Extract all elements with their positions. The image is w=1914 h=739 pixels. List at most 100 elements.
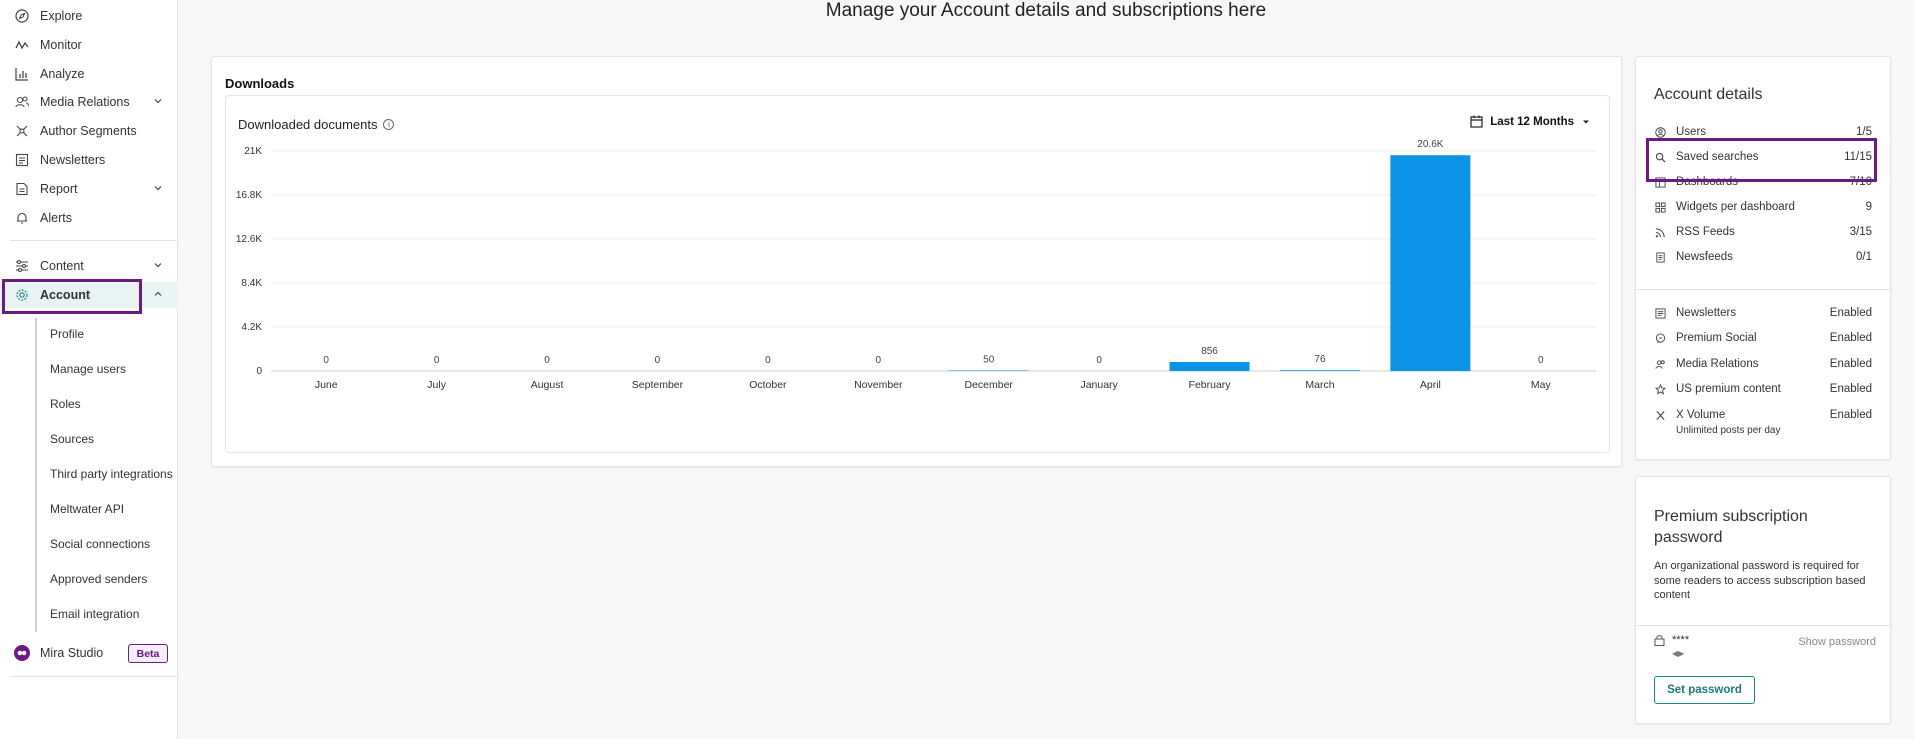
- x-logo-icon: [1654, 409, 1666, 421]
- submenu-item-social-connections[interactable]: Social connections: [50, 534, 150, 554]
- submenu-item-email-integration[interactable]: Email integration: [50, 604, 139, 624]
- show-password-button[interactable]: Show password: [1798, 636, 1876, 648]
- submenu-item-sources[interactable]: Sources: [50, 429, 94, 449]
- feature-label: US premium content: [1676, 383, 1781, 395]
- password-field[interactable]: **** ◀▶ Show password: [1654, 632, 1876, 662]
- sidebar-item-mira-studio[interactable]: Mira Studio: [0, 640, 120, 666]
- submenu-item-manage-users[interactable]: Manage users: [50, 359, 126, 379]
- sidebar-item-label: Alerts: [40, 211, 72, 225]
- x-tick-label: January: [1080, 379, 1118, 391]
- limit-row-saved-searches: Saved searches 11/15: [1654, 147, 1872, 167]
- limit-value: 11/15: [1844, 151, 1872, 163]
- star-icon: [1654, 383, 1666, 395]
- chevron-down-icon: [154, 186, 162, 191]
- submenu-item-roles[interactable]: Roles: [50, 394, 81, 414]
- limit-row-users: Users 1/5: [1654, 122, 1872, 142]
- sidebar-item-monitor[interactable]: Monitor: [0, 32, 178, 58]
- data-label: 0: [323, 355, 329, 366]
- sidebar-item-label: Content: [40, 259, 84, 273]
- x-tick-label: December: [964, 379, 1013, 391]
- beta-badge: Beta: [128, 644, 168, 663]
- feature-value: Enabled: [1829, 332, 1872, 344]
- feature-label: Media Relations: [1676, 358, 1759, 370]
- sidebar-item-media-relations[interactable]: Media Relations: [0, 89, 178, 115]
- limit-label: Widgets per dashboard: [1676, 201, 1795, 213]
- bar-chart-icon: [14, 66, 30, 82]
- submenu-item-approved-senders[interactable]: Approved senders: [50, 569, 147, 589]
- chevron-down-icon: [154, 263, 162, 268]
- sidebar-item-label: Monitor: [40, 38, 82, 52]
- feature-row-media-relations: Media Relations Enabled: [1654, 354, 1872, 374]
- sidebar-item-newsletters[interactable]: Newsletters: [0, 147, 178, 173]
- chevron-down-icon: [154, 99, 162, 104]
- feature-row-newsletters: Newsletters Enabled: [1654, 303, 1872, 323]
- bar: [948, 370, 1029, 371]
- page-title: Manage your Account details and subscrip…: [825, 0, 1267, 21]
- submenu-item-meltwater-api[interactable]: Meltwater API: [50, 499, 124, 519]
- chart-title: Downloaded documents i: [238, 117, 395, 132]
- chart-title-label: Downloaded documents: [238, 117, 378, 132]
- limit-value: 3/15: [1849, 226, 1872, 238]
- sidebar-item-analyze[interactable]: Analyze: [0, 61, 178, 87]
- downloads-card: Downloads 0 4.2K 8.4K 12.6K 16.8K 21K 0 June 0 Ju…: [211, 56, 1622, 467]
- limit-label: Newsfeeds: [1676, 251, 1733, 263]
- pulse-icon: [14, 37, 30, 53]
- y-tick-label: 16.8K: [236, 190, 262, 201]
- limit-label: Saved searches: [1676, 151, 1759, 163]
- date-range-label: Last 12 Months: [1490, 115, 1574, 128]
- limit-value: 9: [1865, 201, 1872, 213]
- feature-row-us-premium-content: US premium content Enabled: [1654, 379, 1872, 399]
- x-tick-label: May: [1531, 379, 1552, 391]
- sidebar-item-content[interactable]: Content: [0, 253, 178, 279]
- submenu-item-third-party-integrations[interactable]: Third party integrations: [50, 464, 173, 484]
- sidebar-item-author-segments[interactable]: Author Segments: [0, 118, 178, 144]
- x-tick-label: November: [854, 379, 903, 391]
- sidebar-item-report[interactable]: Report: [0, 176, 178, 202]
- people-icon: [1654, 358, 1666, 370]
- data-label: 856: [1201, 346, 1218, 357]
- limit-value: 1/5: [1856, 126, 1872, 138]
- limit-value: 0/1: [1856, 251, 1872, 263]
- sidebar-item-label: Report: [40, 182, 78, 196]
- bell-icon: [14, 210, 30, 226]
- limit-label: Users: [1676, 126, 1707, 138]
- data-label: 0: [765, 355, 771, 366]
- sidebar-divider: [10, 676, 178, 677]
- mira-icon-wrap: [14, 645, 30, 661]
- sidebar-item-alerts[interactable]: Alerts: [0, 205, 178, 231]
- feature-value: Enabled: [1829, 358, 1872, 370]
- sidebar-item-explore[interactable]: Explore: [0, 3, 178, 29]
- sidebar-item-account[interactable]: Account: [0, 282, 178, 308]
- premium-password-card: Premium subscription password An organiz…: [1635, 476, 1892, 724]
- bar: [1279, 370, 1360, 371]
- submenu-rail: [35, 318, 37, 632]
- feature-value: Enabled: [1829, 409, 1872, 421]
- limit-row-rss-feeds: RSS Feeds 3/15: [1654, 222, 1872, 242]
- x-tick-label: July: [427, 379, 446, 391]
- sidebar-item-label: Mira Studio: [40, 646, 104, 660]
- x-tick-label: June: [315, 379, 338, 391]
- y-tick-label: 21K: [244, 146, 262, 157]
- data-label: 0: [1096, 355, 1102, 366]
- chevron-up-icon: [154, 291, 162, 296]
- people-icon: [14, 94, 30, 110]
- feature-row-x-volume: X Volume Enabled: [1654, 405, 1872, 425]
- limit-row-widgets: Widgets per dashboard 9: [1654, 197, 1872, 217]
- x-tick-label: September: [632, 379, 684, 391]
- scroll-arrows-icon[interactable]: ◀▶: [1672, 649, 1684, 658]
- newsfeed-icon: [1654, 251, 1666, 263]
- x-tick-label: March: [1305, 379, 1334, 391]
- sidebar-item-label: Analyze: [40, 67, 85, 81]
- lock-icon: [1654, 635, 1665, 646]
- sliders-icon: [14, 258, 30, 274]
- feature-row-premium-social: Premium Social Enabled: [1654, 328, 1872, 348]
- account-details-card: Account details Users 1/5 Saved searches…: [1635, 56, 1892, 460]
- data-label: 0: [434, 355, 440, 366]
- submenu-item-profile[interactable]: Profile: [50, 324, 84, 344]
- gear-icon: [14, 287, 30, 303]
- info-icon[interactable]: i: [383, 119, 395, 130]
- date-range-dropdown[interactable]: Last 12 Months: [1470, 115, 1591, 128]
- calendar-icon: [1470, 115, 1483, 128]
- set-password-button[interactable]: Set password: [1654, 676, 1755, 704]
- premium-password-title: Premium subscription password: [1654, 508, 1808, 546]
